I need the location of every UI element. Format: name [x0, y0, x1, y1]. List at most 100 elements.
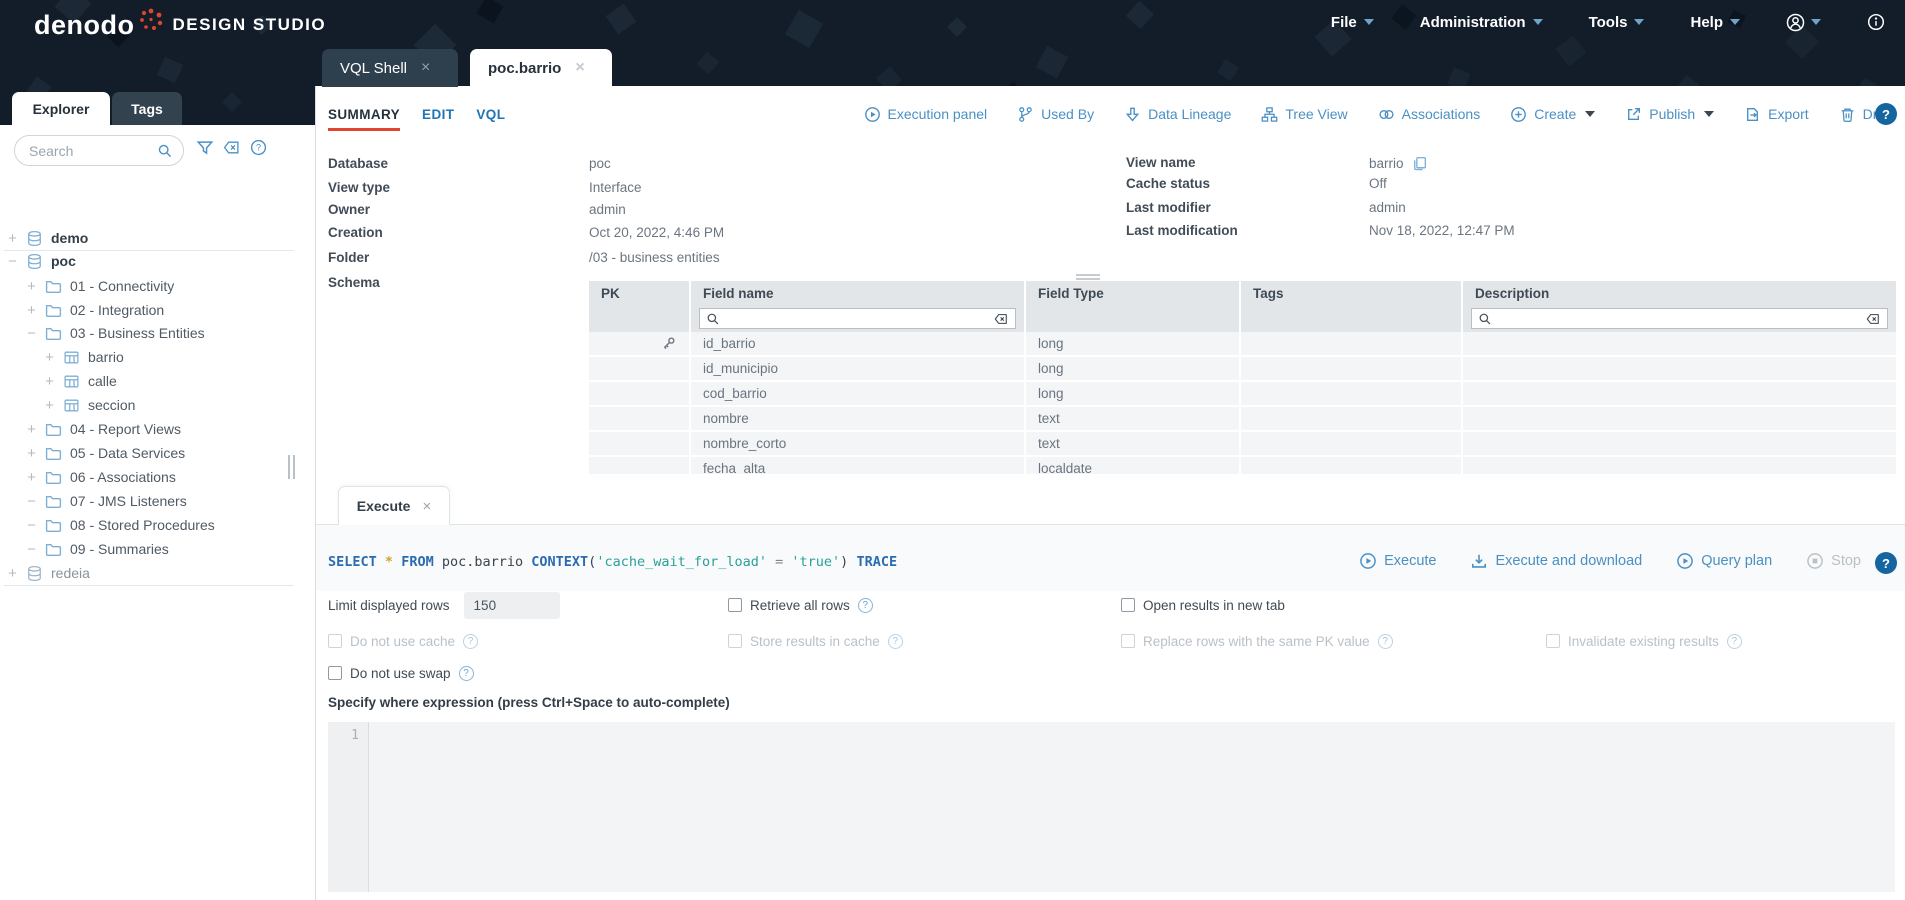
tree-item-poc[interactable]: − poc	[0, 249, 300, 273]
query-plan-button[interactable]: Query plan	[1676, 552, 1772, 570]
backspace-icon[interactable]	[993, 312, 1009, 326]
data-lineage-button[interactable]: Data Lineage	[1124, 106, 1231, 123]
tree-item-calle[interactable]: + calle	[0, 369, 300, 393]
checkbox[interactable]	[328, 666, 342, 680]
about-info-button[interactable]	[1867, 13, 1885, 31]
close-icon[interactable]: ×	[421, 60, 430, 76]
tree-item-label: 08 - Stored Procedures	[70, 517, 215, 533]
tab-poc-barrio[interactable]: poc.barrio ×	[470, 49, 612, 87]
collapse-icon[interactable]: −	[25, 493, 38, 510]
tab-tags[interactable]: Tags	[112, 92, 182, 125]
help-icon[interactable]: ?	[1378, 634, 1393, 649]
expand-icon[interactable]: +	[6, 230, 19, 247]
publish-button[interactable]: Publish	[1625, 106, 1714, 123]
table-row[interactable]: nombre_corto text	[589, 432, 1896, 457]
close-icon[interactable]: ×	[575, 60, 584, 76]
field-name-filter[interactable]	[699, 308, 1016, 329]
tab-vql[interactable]: VQL	[476, 107, 505, 122]
collapse-icon[interactable]: −	[25, 325, 38, 342]
tree-item-seccion[interactable]: + seccion	[0, 393, 300, 417]
tree-item-04-report-views[interactable]: + 04 - Report Views	[0, 417, 300, 441]
tab-explorer[interactable]: Explorer	[12, 92, 110, 125]
associations-button[interactable]: Associations	[1378, 106, 1481, 123]
retrieve-all-rows-checkbox[interactable]: Retrieve all rows ?	[728, 595, 873, 615]
search-input[interactable]	[29, 143, 157, 159]
filter-button[interactable]	[196, 139, 214, 157]
description-filter-input[interactable]	[1498, 311, 1859, 326]
table-row[interactable]: nombre text	[589, 407, 1896, 432]
user-account-menu[interactable]	[1786, 13, 1821, 32]
tree-item-05-data-services[interactable]: + 05 - Data Services	[0, 441, 300, 465]
tree-item-02-integration[interactable]: + 02 - Integration	[0, 298, 300, 322]
description-filter[interactable]	[1471, 308, 1888, 329]
sidebar-search[interactable]	[14, 135, 184, 166]
tree-item-06-associations[interactable]: + 06 - Associations	[0, 465, 300, 489]
clear-search-button[interactable]	[222, 139, 241, 156]
table-row[interactable]: fecha_alta localdate	[589, 457, 1896, 474]
table-row[interactable]: id_barrio long	[589, 332, 1896, 357]
expand-icon[interactable]: +	[43, 349, 56, 366]
tab-vql-shell[interactable]: VQL Shell ×	[322, 49, 458, 87]
execution-panel-button[interactable]: Execution panel	[864, 106, 988, 123]
copy-icon[interactable]	[1411, 155, 1428, 172]
store-results-in-cache-checkbox: Store results in cache ?	[728, 631, 903, 651]
expand-icon[interactable]: +	[25, 302, 38, 319]
field-name-filter-input[interactable]	[726, 311, 987, 326]
expand-icon[interactable]: +	[6, 565, 19, 582]
tab-execute[interactable]: Execute ×	[338, 486, 450, 525]
used-by-button[interactable]: Used By	[1017, 106, 1094, 123]
collapse-icon[interactable]: −	[25, 541, 38, 558]
help-circle-icon: ?	[250, 139, 267, 156]
collapse-icon[interactable]: −	[25, 517, 38, 534]
tab-summary[interactable]: SUMMARY	[328, 107, 400, 131]
where-expression-editor[interactable]: 1	[328, 722, 1895, 892]
stop-button[interactable]: Stop	[1806, 552, 1861, 570]
help-icon[interactable]: ?	[463, 634, 478, 649]
collapse-icon[interactable]: −	[6, 253, 19, 270]
expand-icon[interactable]: +	[25, 469, 38, 486]
expand-icon[interactable]: +	[25, 445, 38, 462]
menu-administration[interactable]: Administration	[1420, 14, 1543, 31]
open-results-new-tab-checkbox[interactable]: Open results in new tab	[1121, 595, 1285, 615]
expand-icon[interactable]: +	[43, 373, 56, 390]
tree-item-08-stored-procedures[interactable]: − 08 - Stored Procedures	[0, 513, 300, 537]
expand-icon[interactable]: +	[25, 278, 38, 295]
menu-file[interactable]: File	[1331, 14, 1374, 31]
do-not-use-swap-checkbox[interactable]: Do not use swap ?	[328, 663, 474, 683]
menu-tools[interactable]: Tools	[1589, 14, 1645, 31]
close-icon[interactable]: ×	[422, 498, 431, 515]
summary-help-button[interactable]: ?	[1875, 103, 1897, 125]
tree-item-barrio[interactable]: + barrio	[0, 345, 300, 369]
expand-icon[interactable]: +	[25, 421, 38, 438]
help-icon[interactable]: ?	[888, 634, 903, 649]
search-help-button[interactable]: ?	[250, 139, 267, 156]
invalidate-existing-results-checkbox: Invalidate existing results ?	[1546, 631, 1742, 651]
help-icon[interactable]: ?	[1727, 634, 1742, 649]
tree-item-01-connectivity[interactable]: + 01 - Connectivity	[0, 274, 300, 298]
tree-item-07-jms-listeners[interactable]: − 07 - JMS Listeners	[0, 489, 300, 513]
checkbox[interactable]	[728, 598, 742, 612]
checkbox[interactable]	[1121, 598, 1135, 612]
table-row[interactable]: id_municipio long	[589, 357, 1896, 382]
execute-and-download-button[interactable]: Execute and download	[1470, 552, 1642, 570]
tab-edit[interactable]: EDIT	[422, 107, 454, 122]
tree-view-button[interactable]: Tree View	[1261, 106, 1347, 123]
expand-icon[interactable]: +	[43, 397, 56, 414]
sidebar-resize-handle[interactable]	[288, 455, 295, 479]
export-button[interactable]: Export	[1744, 106, 1808, 123]
table-row[interactable]: cod_barrio long	[589, 382, 1896, 407]
tree-item-09-summaries[interactable]: − 09 - Summaries	[0, 537, 300, 561]
execute-button[interactable]: Execute	[1359, 552, 1436, 570]
panel-resize-handle[interactable]	[1076, 274, 1100, 280]
help-icon[interactable]: ?	[459, 666, 474, 681]
tree-item-redeia[interactable]: + redeia	[0, 561, 300, 585]
create-button[interactable]: Create	[1510, 106, 1595, 123]
editor-text-area[interactable]	[369, 722, 1895, 892]
tree-item-demo[interactable]: + demo	[0, 226, 300, 250]
backspace-icon[interactable]	[1865, 312, 1881, 326]
menu-help[interactable]: Help	[1690, 14, 1740, 31]
execute-help-button[interactable]: ?	[1875, 552, 1897, 574]
tree-item-03-business-entities[interactable]: − 03 - Business Entities	[0, 321, 300, 345]
help-icon[interactable]: ?	[858, 598, 873, 613]
limit-rows-input[interactable]	[464, 592, 560, 619]
